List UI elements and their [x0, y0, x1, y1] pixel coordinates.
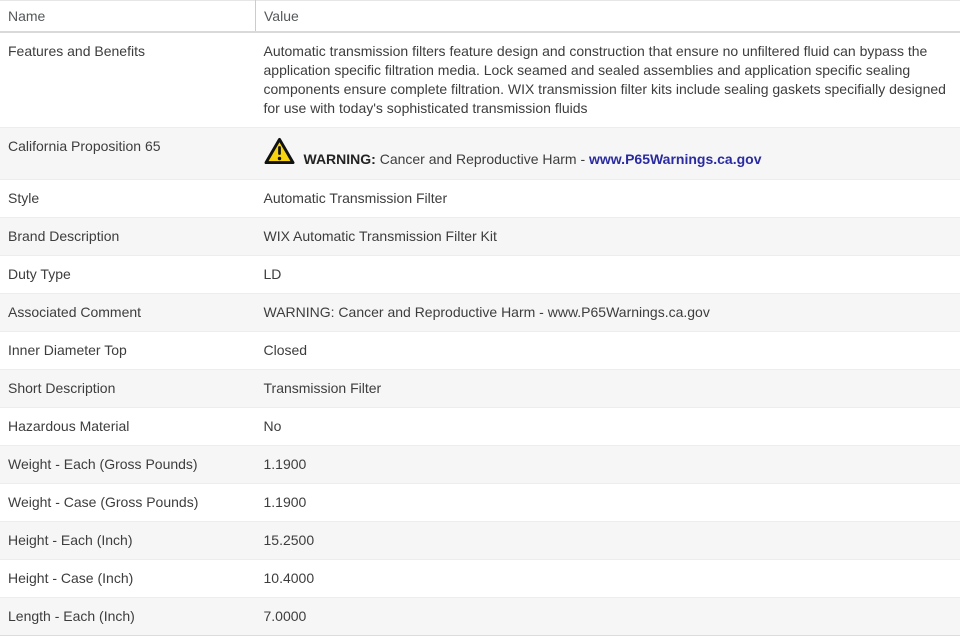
table-row: Associated CommentWARNING: Cancer and Re… [0, 294, 960, 332]
table-row: Weight - Case (Gross Pounds)1.1900 [0, 484, 960, 522]
table-row: Length - Each (Inch)7.0000 [0, 598, 960, 636]
row-value-cell: No [256, 408, 960, 446]
row-value-cell: 1.1900 [256, 484, 960, 522]
row-value-cell: Automatic Transmission Filter [256, 180, 960, 218]
row-name-cell: Height - Each (Inch) [0, 522, 256, 560]
row-value-cell: 10.4000 [256, 560, 960, 598]
row-value-cell: Automatic transmission filters feature d… [256, 32, 960, 128]
table-row: Inner Diameter TopClosed [0, 332, 960, 370]
row-name-cell: Style [0, 180, 256, 218]
name-column-header: Name [0, 1, 256, 33]
table-row: California Proposition 65 WARNING: Cancer… [0, 128, 960, 180]
table-row: Height - Each (Inch)15.2500 [0, 522, 960, 560]
row-name-cell: Weight - Case (Gross Pounds) [0, 484, 256, 522]
row-name-cell: Associated Comment [0, 294, 256, 332]
row-name-cell: Brand Description [0, 218, 256, 256]
row-value-cell: WIX Automatic Transmission Filter Kit [256, 218, 960, 256]
header-row: Name Value [0, 1, 960, 33]
row-name-cell: Features and Benefits [0, 32, 256, 128]
spec-table: Name Value Features and BenefitsAutomati… [0, 0, 960, 636]
spec-table-body: Features and BenefitsAutomatic transmiss… [0, 32, 960, 636]
spec-table-header: Name Value [0, 1, 960, 33]
warning-triangle-icon [264, 137, 295, 170]
row-value-cell: Closed [256, 332, 960, 370]
row-name-cell: Weight - Each (Gross Pounds) [0, 446, 256, 484]
p65-warnings-link[interactable]: www.P65Warnings.ca.gov [589, 151, 761, 167]
table-row: Weight - Each (Gross Pounds)1.1900 [0, 446, 960, 484]
row-value-cell: 7.0000 [256, 598, 960, 636]
prop65-warning: WARNING: Cancer and Reproductive Harm - … [264, 137, 951, 170]
row-name-cell: Height - Case (Inch) [0, 560, 256, 598]
table-row: Duty TypeLD [0, 256, 960, 294]
row-name-cell: California Proposition 65 [0, 128, 256, 180]
row-name-cell: Inner Diameter Top [0, 332, 256, 370]
row-name-cell: Duty Type [0, 256, 256, 294]
warning-label: WARNING: [304, 151, 376, 167]
row-value-cell: 15.2500 [256, 522, 960, 560]
row-name-cell: Short Description [0, 370, 256, 408]
row-value-cell: WARNING: Cancer and Reproductive Harm - … [256, 294, 960, 332]
table-row: Features and BenefitsAutomatic transmiss… [0, 32, 960, 128]
table-row: Short DescriptionTransmission Filter [0, 370, 960, 408]
table-row: Brand DescriptionWIX Automatic Transmiss… [0, 218, 960, 256]
value-column-header: Value [256, 1, 960, 33]
row-value-cell: LD [256, 256, 960, 294]
table-row: StyleAutomatic Transmission Filter [0, 180, 960, 218]
row-value-cell: 1.1900 [256, 446, 960, 484]
row-name-cell: Hazardous Material [0, 408, 256, 446]
table-row: Hazardous MaterialNo [0, 408, 960, 446]
table-row: Height - Case (Inch)10.4000 [0, 560, 960, 598]
prop65-warning-text: WARNING: Cancer and Reproductive Harm - … [304, 150, 762, 170]
row-name-cell: Length - Each (Inch) [0, 598, 256, 636]
row-value-cell: Transmission Filter [256, 370, 960, 408]
row-value-cell: WARNING: Cancer and Reproductive Harm - … [256, 128, 960, 180]
